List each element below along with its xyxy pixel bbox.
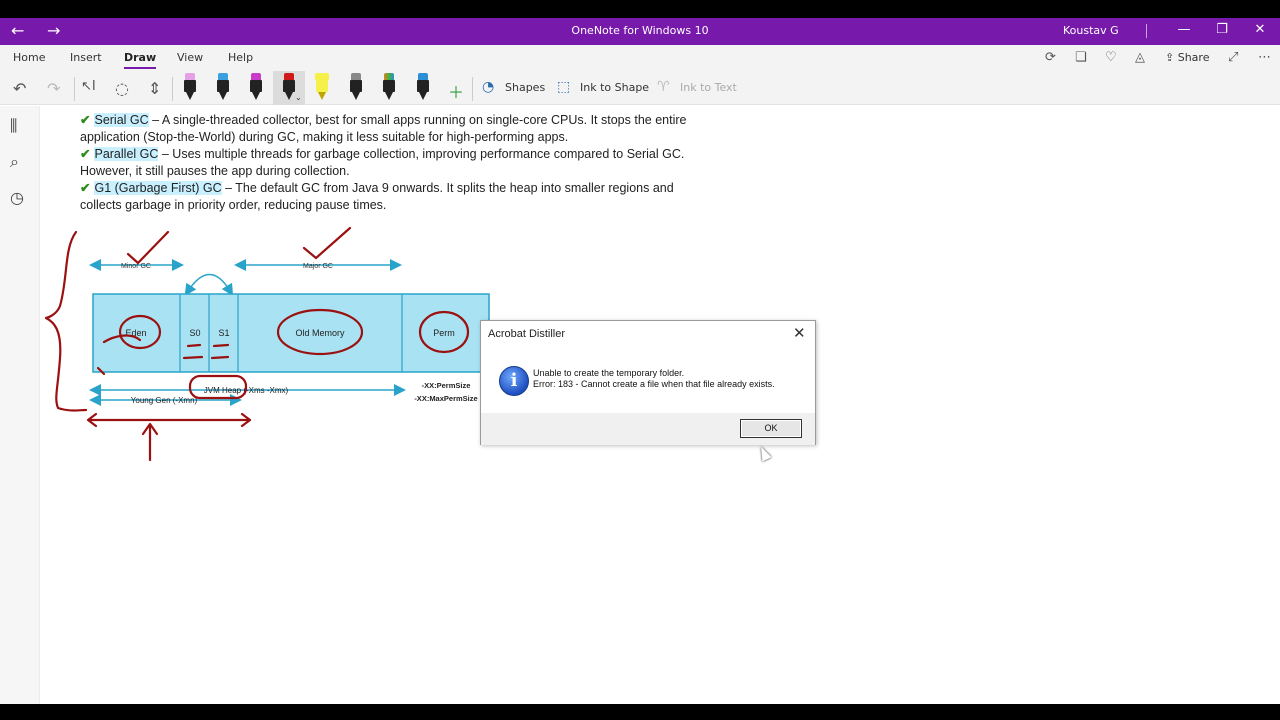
note-item: ✔ Parallel GC – Uses multiple threads for…	[80, 146, 700, 180]
pen-rainbow[interactable]	[383, 73, 395, 101]
title-bar: ← → OneNote for Windows 10 Koustav G — ❐…	[0, 18, 1280, 45]
note-highlight: Serial GC	[94, 113, 149, 127]
ink-to-text-button[interactable]: Ink to Text	[680, 81, 737, 94]
ink-to-shape-icon[interactable]: ⬚	[557, 79, 570, 95]
note-highlight: G1 (Garbage First) GC	[94, 181, 222, 195]
restore-button[interactable]: ❐	[1212, 22, 1232, 37]
toolbar-separator	[172, 77, 173, 101]
notebooks-icon[interactable]: ⫼	[10, 116, 17, 136]
undo-icon[interactable]: ↶	[13, 79, 26, 98]
title-separator	[1146, 24, 1147, 38]
add-pen-icon[interactable]: ＋	[448, 79, 464, 103]
close-window-button[interactable]: ✕	[1250, 22, 1270, 37]
dialog-message: Unable to create the temporary folder. E…	[533, 368, 775, 390]
checkmark-icon: ✔	[80, 113, 91, 127]
ink-up-arrow	[141, 422, 159, 462]
navigation-rail: ⫼ ⌕ ◷	[0, 106, 40, 704]
sticky-notes-icon[interactable]: ❏	[1075, 50, 1087, 65]
tab-insert[interactable]: Insert	[70, 51, 102, 64]
sync-icon[interactable]: ⟳	[1045, 50, 1056, 65]
note-item: ✔ G1 (Garbage First) GC – The default GC …	[80, 180, 700, 214]
onenote-window: ← → OneNote for Windows 10 Koustav G — ❐…	[0, 18, 1280, 704]
tab-view[interactable]: View	[177, 51, 203, 64]
tab-draw[interactable]: Draw	[124, 51, 157, 69]
ink-to-text-icon[interactable]: ♈	[657, 79, 670, 95]
shapes-button[interactable]: Shapes	[505, 81, 545, 94]
info-icon: i	[499, 366, 529, 396]
dialog-message-line: Error: 183 - Cannot create a file when t…	[533, 379, 775, 389]
ink-annotations[interactable]	[40, 218, 500, 468]
tab-help[interactable]: Help	[228, 51, 253, 64]
ink-to-shape-button[interactable]: Ink to Shape	[580, 81, 649, 94]
note-text: – Uses multiple threads for garbage coll…	[80, 147, 685, 178]
expand-icon[interactable]: ⤢	[1228, 50, 1238, 65]
ink-checkmark	[126, 230, 170, 265]
checkmark-icon: ✔	[80, 147, 91, 161]
ink-circle-old-memory	[276, 308, 364, 356]
toolbar-separator	[472, 77, 473, 101]
highlighter-yellow[interactable]	[315, 73, 329, 101]
dialog-message-line: Unable to create the temporary folder.	[533, 368, 685, 378]
chevron-down-icon[interactable]: ⌄	[295, 93, 302, 102]
dialog-title: Acrobat Distiller	[488, 328, 566, 340]
ok-button[interactable]: OK	[740, 419, 802, 438]
ink-arrow	[86, 412, 252, 428]
search-icon[interactable]: ⌕	[10, 152, 19, 172]
note-highlight: Parallel GC	[94, 147, 159, 161]
type-select-icon[interactable]: ↖I	[81, 79, 96, 94]
mouse-cursor-icon	[756, 444, 772, 462]
pen-magenta[interactable]	[250, 73, 262, 101]
add-space-icon[interactable]: ⇕	[148, 79, 161, 98]
draw-toolbar: ↶ ↷ ↖I ◌ ⇕ ⌄ ＋ ◔ Shapes ⬚ Ink to Shape ♈…	[0, 71, 1280, 105]
share-icon: ⇪	[1165, 51, 1178, 64]
ribbon-tabs: Home Insert Draw View Help ⟳ ❏ ♡ ◬ ⇪ Sha…	[0, 45, 1280, 71]
pen-red[interactable]	[283, 73, 295, 101]
checkmark-icon: ✔	[80, 181, 91, 195]
ink-underline	[182, 343, 230, 360]
minimize-button[interactable]: —	[1174, 22, 1194, 37]
page-notes[interactable]: ✔ Serial GC – A single-threaded collector…	[80, 112, 700, 214]
ink-tick	[96, 366, 106, 376]
share-label: Share	[1177, 51, 1210, 64]
user-name[interactable]: Koustav G	[1063, 24, 1119, 37]
shapes-icon[interactable]: ◔	[482, 79, 494, 95]
pen-gray[interactable]	[350, 73, 362, 101]
share-button[interactable]: ⇪ Share	[1165, 51, 1209, 64]
acrobat-distiller-dialog: Acrobat Distiller ✕ i Unable to create t…	[480, 320, 816, 445]
redo-icon[interactable]: ↷	[47, 79, 60, 98]
ink-circle-eden	[118, 314, 162, 350]
dialog-close-icon[interactable]: ✕	[793, 324, 806, 342]
pen-galaxy[interactable]	[417, 73, 429, 101]
pen-blue[interactable]	[217, 73, 229, 101]
recent-notes-icon[interactable]: ◷	[10, 188, 24, 207]
bell-icon[interactable]: ◬	[1135, 50, 1145, 65]
more-options-icon[interactable]: ⋯	[1258, 50, 1271, 65]
lightbulb-icon[interactable]: ♡	[1105, 50, 1117, 65]
ink-circle-jvm-heap	[188, 374, 248, 400]
tab-home[interactable]: Home	[13, 51, 45, 64]
pen-lavender[interactable]	[184, 73, 196, 101]
ink-circle-perm	[418, 310, 470, 354]
lasso-select-icon[interactable]: ◌	[115, 79, 129, 98]
dialog-footer: OK	[481, 413, 815, 445]
ink-brace	[44, 230, 88, 412]
note-item: ✔ Serial GC – A single-threaded collector…	[80, 112, 700, 146]
ink-checkmark	[302, 226, 352, 260]
toolbar-separator	[74, 77, 75, 101]
note-text: – A single-threaded collector, best for …	[80, 113, 687, 144]
